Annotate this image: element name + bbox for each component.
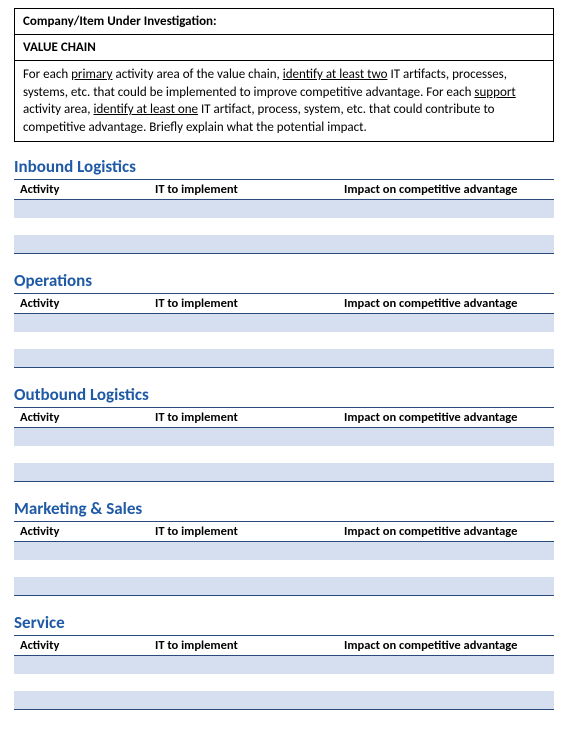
col-impact: Impact on competitive advantage xyxy=(338,636,554,656)
header-box: Company/Item Under Investigation: VALUE … xyxy=(14,8,554,142)
section-title: Inbound Logistics xyxy=(14,156,554,177)
instr-text: activity area of the value chain, xyxy=(113,67,283,82)
instr-text: For each xyxy=(23,67,71,82)
header-label: Company/Item Under Investigation: xyxy=(15,9,553,35)
col-activity: Activity xyxy=(14,294,149,314)
header-instructions: For each primary activity area of the va… xyxy=(15,61,553,141)
section-table: Activity IT to implement Impact on compe… xyxy=(14,293,554,368)
table-row[interactable] xyxy=(14,236,554,254)
table-row[interactable] xyxy=(14,332,554,350)
table-row[interactable] xyxy=(14,200,554,218)
section-service: Service Activity IT to implement Impact … xyxy=(14,612,554,710)
table-row[interactable] xyxy=(14,314,554,332)
table-header-row: Activity IT to implement Impact on compe… xyxy=(14,636,554,656)
section-title: Marketing & Sales xyxy=(14,498,554,519)
instr-underline-two: identify at least two xyxy=(283,67,388,82)
table-row[interactable] xyxy=(14,692,554,710)
col-impact: Impact on competitive advantage xyxy=(338,180,554,200)
table-row[interactable] xyxy=(14,674,554,692)
table-row[interactable] xyxy=(14,428,554,446)
col-it: IT to implement xyxy=(149,294,338,314)
section-title: Service xyxy=(14,612,554,633)
table-row[interactable] xyxy=(14,560,554,578)
table-row[interactable] xyxy=(14,656,554,674)
section-table: Activity IT to implement Impact on compe… xyxy=(14,521,554,596)
table-row[interactable] xyxy=(14,578,554,596)
table-header-row: Activity IT to implement Impact on compe… xyxy=(14,522,554,542)
col-activity: Activity xyxy=(14,408,149,428)
table-header-row: Activity IT to implement Impact on compe… xyxy=(14,180,554,200)
col-impact: Impact on competitive advantage xyxy=(338,522,554,542)
section-outbound-logistics: Outbound Logistics Activity IT to implem… xyxy=(14,384,554,482)
table-row[interactable] xyxy=(14,350,554,368)
col-it: IT to implement xyxy=(149,522,338,542)
table-header-row: Activity IT to implement Impact on compe… xyxy=(14,294,554,314)
instr-underline-one: identify at least one xyxy=(93,102,198,117)
header-title: VALUE CHAIN xyxy=(15,35,553,61)
table-row[interactable] xyxy=(14,542,554,560)
col-activity: Activity xyxy=(14,636,149,656)
col-it: IT to implement xyxy=(149,180,338,200)
instr-underline-support: support xyxy=(474,85,515,100)
section-table: Activity IT to implement Impact on compe… xyxy=(14,635,554,710)
instr-underline-primary: primary xyxy=(71,67,112,82)
col-impact: Impact on competitive advantage xyxy=(338,408,554,428)
section-table: Activity IT to implement Impact on compe… xyxy=(14,407,554,482)
table-row[interactable] xyxy=(14,218,554,236)
instr-text: activity area, xyxy=(23,102,93,117)
section-title: Outbound Logistics xyxy=(14,384,554,405)
table-header-row: Activity IT to implement Impact on compe… xyxy=(14,408,554,428)
col-activity: Activity xyxy=(14,522,149,542)
table-row[interactable] xyxy=(14,464,554,482)
section-operations: Operations Activity IT to implement Impa… xyxy=(14,270,554,368)
section-title: Operations xyxy=(14,270,554,291)
table-row[interactable] xyxy=(14,446,554,464)
col-it: IT to implement xyxy=(149,408,338,428)
col-it: IT to implement xyxy=(149,636,338,656)
section-table: Activity IT to implement Impact on compe… xyxy=(14,179,554,254)
section-inbound-logistics: Inbound Logistics Activity IT to impleme… xyxy=(14,156,554,254)
col-impact: Impact on competitive advantage xyxy=(338,294,554,314)
col-activity: Activity xyxy=(14,180,149,200)
section-marketing-sales: Marketing & Sales Activity IT to impleme… xyxy=(14,498,554,596)
